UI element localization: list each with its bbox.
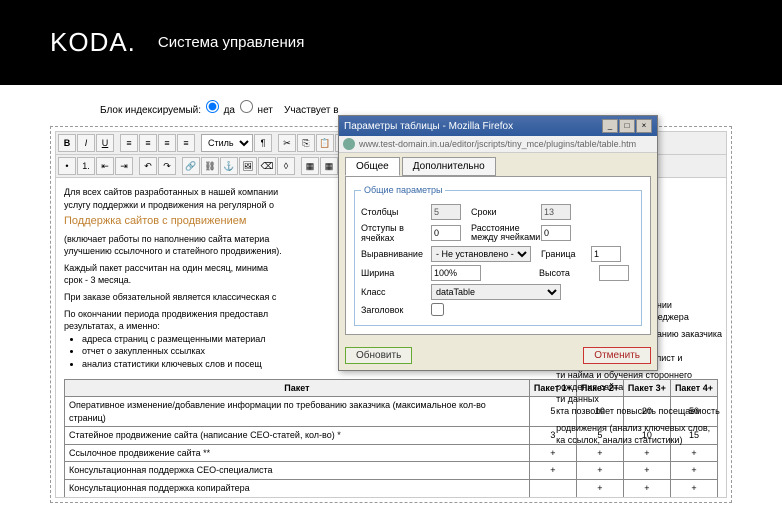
logo: KODA. — [50, 27, 136, 58]
width-label: Ширина — [361, 268, 431, 278]
bullet-list-button[interactable]: • — [58, 157, 76, 175]
update-button[interactable]: Обновить — [345, 347, 412, 364]
app-header: KODA. Система управления — [0, 0, 782, 85]
image-button[interactable]: 🖼 — [239, 157, 257, 175]
dialog-buttons: Обновить Отменить — [339, 341, 657, 370]
dialog-title: Параметры таблицы - Mozilla Firefox — [344, 121, 513, 132]
cut-button[interactable]: ✂ — [278, 134, 296, 152]
radio-yes[interactable] — [206, 100, 219, 113]
class-select[interactable]: dataTable — [431, 284, 561, 300]
rows-input[interactable] — [541, 204, 571, 220]
radio-yes-label: да — [224, 105, 235, 116]
radio-no[interactable] — [240, 100, 253, 113]
cellspacing-input[interactable] — [541, 225, 571, 241]
anchor-button[interactable]: ⚓ — [220, 157, 238, 175]
table-row: Ссылочное продвижение сайта **++++ — [65, 444, 718, 462]
cols-label: Столбцы — [361, 207, 431, 217]
tab-general[interactable]: Общее — [345, 157, 400, 176]
align-justify-button[interactable]: ≡ — [177, 134, 195, 152]
close-button[interactable]: × — [636, 119, 652, 133]
cancel-button[interactable]: Отменить — [583, 347, 651, 364]
paste-button[interactable]: 📋 — [316, 134, 334, 152]
copy-button[interactable]: ⎘ — [297, 134, 315, 152]
align-left-button[interactable]: ≡ — [120, 134, 138, 152]
align-select[interactable]: - Не установлено - — [431, 246, 531, 262]
table-properties-dialog: Параметры таблицы - Mozilla Firefox _ □ … — [338, 115, 658, 371]
table-button[interactable]: ▦ — [301, 157, 319, 175]
url-text: www.test-domain.in.ua/editor/jscripts/ti… — [359, 139, 636, 149]
height-input[interactable] — [599, 265, 629, 281]
dialog-titlebar[interactable]: Параметры таблицы - Mozilla Firefox _ □ … — [339, 116, 657, 136]
align-label: Выравнивание — [361, 249, 431, 259]
format-button[interactable]: ¶ — [254, 134, 272, 152]
code-button[interactable]: ◊ — [277, 157, 295, 175]
dialog-panel: Общие параметры Столбцы Сроки Отступы в … — [345, 176, 651, 335]
align-right-button[interactable]: ≡ — [158, 134, 176, 152]
cols-input[interactable] — [431, 204, 461, 220]
address-bar: www.test-domain.in.ua/editor/jscripts/ti… — [339, 136, 657, 153]
row-before-button[interactable]: ▦ — [320, 157, 338, 175]
participate-label: Участвует в — [284, 105, 339, 116]
caption-checkbox[interactable] — [431, 303, 444, 316]
redo-button[interactable]: ↷ — [158, 157, 176, 175]
width-input[interactable] — [431, 265, 481, 281]
minimize-button[interactable]: _ — [602, 119, 618, 133]
maximize-button[interactable]: □ — [619, 119, 635, 133]
general-fieldset: Общие параметры Столбцы Сроки Отступы в … — [354, 185, 642, 326]
style-select[interactable]: Стиль — [201, 134, 253, 152]
cellpadding-label: Отступы в ячейках — [361, 223, 431, 243]
border-input[interactable] — [591, 246, 621, 262]
outdent-button[interactable]: ⇤ — [96, 157, 114, 175]
cleanup-button[interactable]: ⌫ — [258, 157, 276, 175]
fieldset-legend: Общие параметры — [361, 185, 445, 195]
tab-advanced[interactable]: Дополнительно — [402, 157, 496, 176]
italic-button[interactable]: I — [77, 134, 95, 152]
undo-button[interactable]: ↶ — [139, 157, 157, 175]
index-row: Блок индексируемый: да нет Участвует в — [50, 100, 732, 116]
cellspacing-label: Расстояние между ячейками — [471, 224, 541, 242]
th-package: Пакет — [65, 379, 530, 397]
bold-button[interactable]: B — [58, 134, 76, 152]
globe-icon — [343, 138, 355, 150]
unlink-button[interactable]: ⛓ — [201, 157, 219, 175]
rows-label: Сроки — [471, 207, 541, 217]
height-label: Высота — [539, 268, 599, 278]
border-label: Граница — [541, 249, 591, 259]
table-row: Консультационная поддержка СЕО-специалис… — [65, 462, 718, 480]
header-subtitle: Система управления — [158, 34, 304, 51]
link-button[interactable]: 🔗 — [182, 157, 200, 175]
dialog-tabs: Общее Дополнительно — [339, 153, 657, 176]
class-label: Класс — [361, 287, 431, 297]
table-row: Консультационная поддержка копирайтера++… — [65, 480, 718, 498]
table-row: Применение корректных методов ускорения … — [65, 497, 718, 498]
underline-button[interactable]: U — [96, 134, 114, 152]
index-label: Блок индексируемый: — [100, 105, 201, 116]
cellpadding-input[interactable] — [431, 225, 461, 241]
radio-no-label: нет — [258, 105, 273, 116]
indent-button[interactable]: ⇥ — [115, 157, 133, 175]
align-center-button[interactable]: ≡ — [139, 134, 157, 152]
caption-label: Заголовок — [361, 305, 431, 315]
number-list-button[interactable]: 1. — [77, 157, 95, 175]
